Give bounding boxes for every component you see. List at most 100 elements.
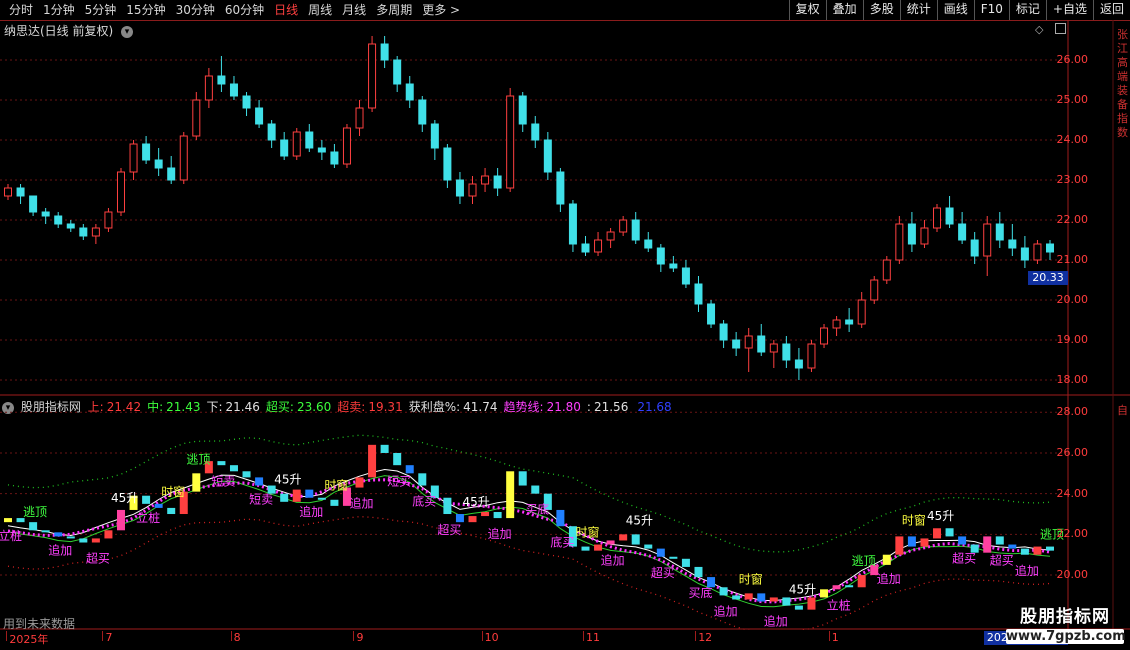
candle-body — [280, 139, 289, 157]
signal-label: 超买 — [86, 551, 110, 566]
indicator-candle — [54, 532, 63, 537]
candle-body — [870, 279, 879, 301]
candle-body — [1046, 243, 1054, 253]
indicator-tick: 26.00 — [1056, 445, 1089, 459]
tool-button-3[interactable]: 统计 — [899, 0, 937, 20]
signal-label: 底买 — [412, 494, 436, 509]
tool-button-5[interactable]: F10 — [973, 0, 1009, 20]
price-chart[interactable] — [0, 20, 1130, 396]
tool-button-2[interactable]: 多股 — [862, 0, 900, 20]
date-axis-tick — [828, 631, 830, 641]
candle-body — [418, 99, 427, 125]
signal-label: 时窗 — [575, 526, 599, 540]
indicator-candle — [769, 597, 778, 602]
indicator-bands — [7, 434, 1051, 630]
price-tick: 25.00 — [1056, 93, 1089, 106]
candle-body — [820, 327, 829, 345]
indicator-candle — [355, 477, 364, 488]
candle-body — [255, 107, 264, 125]
candle-body — [581, 243, 590, 253]
timeframe-tabs: 分时 1分钟 5分钟 15分钟 30分钟 60分钟 日线 周线 月线 多周期 更多 > — [4, 1, 465, 19]
candle-body — [154, 159, 163, 169]
tab-timeframe-1[interactable]: 1分钟 — [38, 1, 80, 19]
indicator-candle — [681, 558, 690, 567]
candle-body — [845, 319, 854, 325]
signal-label: 45升 — [463, 495, 490, 509]
site-watermark: 股朋指标网 www.7gpzb.com — [1006, 602, 1126, 644]
signal-label: 45升 — [274, 473, 301, 487]
candle-body — [732, 339, 741, 349]
candle-body — [656, 247, 665, 265]
tab-timeframe-10[interactable]: 更多 > — [417, 1, 465, 19]
tab-timeframe-7[interactable]: 周线 — [303, 1, 337, 19]
date-axis-label: 2025年 — [9, 633, 49, 646]
candle-body — [66, 223, 75, 229]
indicator-candle — [594, 544, 603, 551]
signal-label: 追加 — [350, 496, 374, 511]
tab-timeframe-3[interactable]: 15分钟 — [121, 1, 170, 19]
tool-button-8[interactable]: 返回 — [1092, 0, 1130, 20]
candle-body — [594, 239, 603, 253]
date-axis-tick — [353, 631, 355, 641]
candle-body — [4, 187, 12, 197]
indicator-candle — [29, 522, 38, 531]
indicator-candle — [393, 452, 402, 466]
indicator-candle — [41, 530, 50, 533]
indicator-tick: 22.00 — [1056, 527, 1089, 541]
candle-body — [468, 183, 477, 197]
candle-body — [518, 95, 527, 125]
candle-body — [242, 95, 251, 109]
tool-button-7[interactable]: +自选 — [1045, 0, 1093, 20]
indicator-chart[interactable]: 立桩逃顶追加超买45升立桩时窗逃顶短卖短卖45升追加时窗追加短买底买超买45升追… — [0, 396, 1130, 630]
tool-button-4[interactable]: 画线 — [936, 0, 974, 20]
date-axis-label: 11 — [586, 631, 601, 644]
indicator-candle — [820, 589, 829, 598]
tool-button-6[interactable]: 标记 — [1008, 0, 1046, 20]
indicator-candle — [4, 518, 12, 523]
candle-body — [857, 299, 866, 325]
indicator-candle — [606, 540, 615, 545]
candle-body — [368, 43, 377, 109]
tab-timeframe-2[interactable]: 5分钟 — [80, 1, 122, 19]
watermark-url: www.7gpzb.com — [1006, 629, 1126, 644]
date-axis-label: 12 — [698, 631, 713, 644]
tab-timeframe-8[interactable]: 月线 — [337, 1, 371, 19]
signal-label: 追加 — [488, 526, 512, 541]
candle-body — [104, 211, 113, 229]
signal-label: 追加 — [299, 504, 323, 519]
indicator-tick: 28.00 — [1056, 405, 1089, 419]
tab-timeframe-5[interactable]: 60分钟 — [220, 1, 269, 19]
signal-label: 追加 — [1015, 563, 1039, 578]
indicator-candle — [405, 465, 414, 474]
indicator-candle — [757, 593, 766, 602]
date-axis-tick — [102, 631, 104, 641]
candle-body — [958, 223, 967, 241]
signal-label: 超买 — [952, 551, 976, 566]
signal-label: 45升 — [927, 509, 954, 523]
signal-label: 立桩 — [827, 597, 851, 612]
indicator-candle — [317, 497, 326, 500]
indicator-candle — [229, 465, 238, 472]
tab-timeframe-0[interactable]: 分时 — [4, 1, 38, 19]
candle-body — [1033, 243, 1042, 261]
tab-timeframe-6[interactable]: 日线 — [269, 1, 303, 19]
signal-label: 逃顶 — [852, 554, 876, 568]
indicator-candle — [455, 514, 464, 523]
tool-button-1[interactable]: 叠加 — [825, 0, 863, 20]
tool-button-0[interactable]: 复权 — [788, 0, 826, 20]
signal-label: 45升 — [626, 513, 653, 527]
indicator-candle — [556, 509, 565, 527]
candle-body — [405, 83, 414, 101]
price-tick: 24.00 — [1056, 133, 1089, 146]
tab-timeframe-9[interactable]: 多周期 — [371, 1, 417, 19]
indicator-candle — [330, 499, 339, 506]
indicator-candle — [933, 528, 942, 539]
signal-label: 超买 — [651, 565, 675, 580]
candle-body — [995, 223, 1004, 241]
candle-body — [556, 171, 565, 205]
indicator-candle — [116, 509, 125, 531]
date-axis-label: 8 — [233, 631, 241, 644]
tab-timeframe-4[interactable]: 30分钟 — [171, 1, 220, 19]
signal-label: 追加 — [48, 542, 72, 557]
candle-body — [481, 175, 490, 185]
